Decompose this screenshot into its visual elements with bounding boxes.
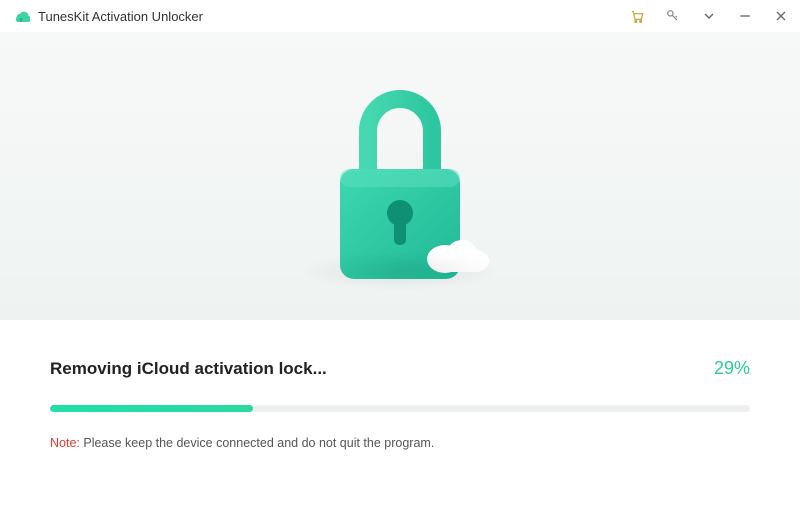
progress-percent: 29% xyxy=(714,358,750,379)
progress-bar xyxy=(50,405,750,412)
titlebar: TunesKit Activation Unlocker xyxy=(0,0,800,32)
chevron-down-icon[interactable] xyxy=(700,7,718,25)
note-line: Note: Please keep the device connected a… xyxy=(50,436,750,450)
progress-header: Removing iCloud activation lock... 29% xyxy=(50,358,750,379)
progress-panel: Removing iCloud activation lock... 29% N… xyxy=(0,320,800,450)
app-title: TunesKit Activation Unlocker xyxy=(38,9,203,24)
app-logo-icon xyxy=(12,7,30,25)
note-text: Please keep the device connected and do … xyxy=(80,436,434,450)
shadow-ellipse xyxy=(300,251,500,291)
note-label: Note: xyxy=(50,436,80,450)
titlebar-left: TunesKit Activation Unlocker xyxy=(12,7,203,25)
progress-bar-fill xyxy=(50,405,253,412)
progress-title: Removing iCloud activation lock... xyxy=(50,359,327,379)
close-icon[interactable] xyxy=(772,7,790,25)
titlebar-controls xyxy=(628,7,790,25)
main-illustration-area xyxy=(0,32,800,320)
key-icon[interactable] xyxy=(664,7,682,25)
cart-icon[interactable] xyxy=(628,7,646,25)
minimize-icon[interactable] xyxy=(736,7,754,25)
lock-illustration xyxy=(290,61,510,291)
